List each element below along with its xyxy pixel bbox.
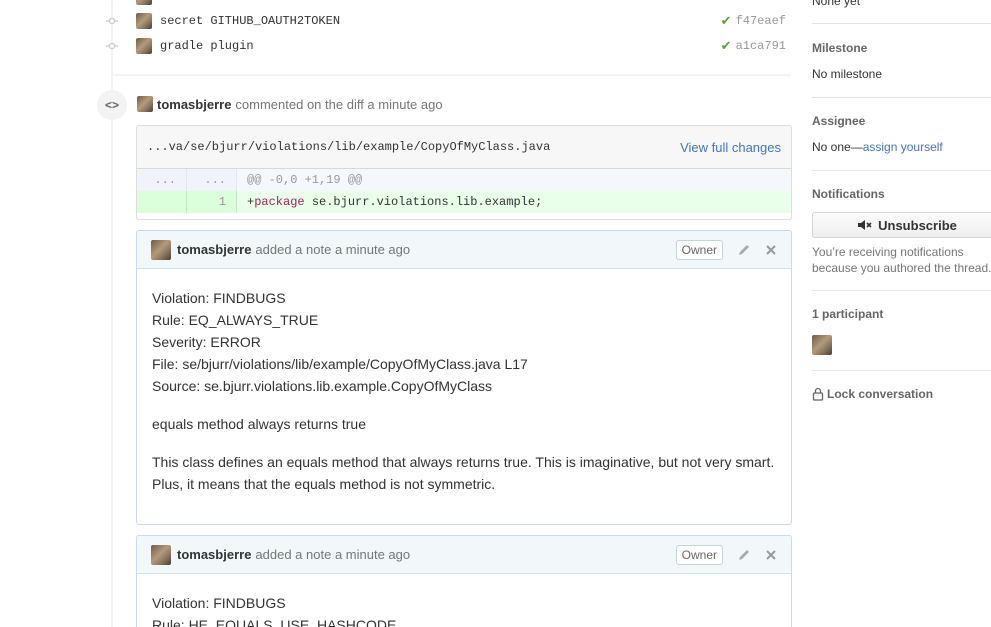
note-line: Severity: ERROR (152, 334, 261, 350)
pencil-icon[interactable] (737, 243, 751, 257)
diff-code-text: se.bjurr.violations.lib.example; (304, 195, 543, 209)
commit-sha[interactable]: a1ca791 (736, 39, 786, 53)
commit-row: secret GITHUB_OAUTH2TOKEN ✔ f47eaef (106, 10, 786, 32)
commit-message[interactable]: secret GITHUB_OAUTH2TOKEN (160, 14, 340, 28)
assignee-none: No one— (812, 140, 863, 154)
line-note: tomasbjerre added a note a minute ago Ow… (136, 535, 792, 627)
code-icon: <> (97, 90, 127, 120)
note-line: Rule: EQ_ALWAYS_TRUE (152, 312, 319, 328)
close-icon[interactable] (765, 549, 777, 561)
commit-row (106, 0, 786, 8)
diff-line-number-right[interactable]: 1 (187, 191, 237, 213)
lock-conversation-link[interactable]: Lock conversation (812, 387, 991, 401)
diff-box: ...va/se/bjurr/violations/lib/example/Co… (136, 125, 792, 220)
avatar[interactable] (151, 544, 171, 565)
note-body: Violation: FINDBUGS Rule: EQ_ALWAYS_TRUE… (137, 269, 791, 495)
avatar (136, 0, 152, 5)
diff-line-number-left[interactable]: ... (137, 169, 187, 191)
lock-icon (812, 387, 824, 401)
assign-yourself-link[interactable]: assign yourself (863, 140, 943, 154)
commit-message[interactable]: gradle plugin (160, 39, 254, 53)
note-header: tomasbjerre added a note a minute ago Ow… (137, 536, 791, 574)
diff-hunk-header: @@ -0,0 +1,19 @@ (247, 173, 363, 187)
note-line: Source: se.bjurr.violations.lib.example.… (152, 378, 493, 394)
git-commit-icon (106, 40, 118, 52)
check-icon[interactable]: ✔ (721, 38, 732, 54)
view-full-changes-link[interactable]: View full changes (680, 140, 781, 155)
note-header: tomasbjerre added a note a minute ago Ow… (137, 231, 791, 269)
git-commit-icon (106, 15, 118, 27)
comment-header: tomasbjerre commented on the diff a minu… (137, 96, 443, 112)
milestone-label[interactable]: Milestone (812, 41, 991, 55)
unsubscribe-label: Unsubscribe (878, 217, 957, 233)
timeline-divider (113, 74, 791, 76)
line-note: tomasbjerre added a note a minute ago Ow… (136, 230, 792, 525)
owner-badge: Owner (675, 544, 723, 565)
diff-title-bar: ...va/se/bjurr/violations/lib/example/Co… (137, 126, 791, 169)
notifications-label: Notifications (812, 187, 885, 201)
unsubscribe-button[interactable]: Unsubscribe (812, 212, 991, 238)
note-description: This class defines an equals method that… (152, 454, 775, 492)
comment-author[interactable]: tomasbjerre (157, 97, 231, 112)
check-icon[interactable]: ✔ (721, 13, 732, 29)
avatar[interactable] (151, 239, 171, 260)
note-details: Violation: FINDBUGS Rule: HE_EQUALS_USE_… (152, 592, 776, 627)
sidebar-divider (812, 23, 991, 24)
participants-label: 1 participant (812, 307, 884, 321)
comment-action: commented on the diff a minute ago (235, 96, 443, 112)
owner-badge: Owner (675, 239, 723, 260)
assignee-value: No one—assign yourself (812, 140, 991, 154)
commit-row: gradle plugin ✔ a1ca791 (106, 35, 786, 57)
notifications-reason: You’re receiving notifications because y… (812, 245, 991, 275)
note-author[interactable]: tomasbjerre (177, 242, 251, 257)
avatar[interactable] (136, 38, 152, 54)
avatar[interactable] (136, 13, 152, 29)
note-line: Rule: HE_EQUALS_USE_HASHCODE (152, 617, 397, 627)
note-body: Violation: FINDBUGS Rule: HE_EQUALS_USE_… (137, 574, 791, 627)
diff-file-path: ...va/se/bjurr/violations/lib/example/Co… (147, 140, 551, 154)
sidebar-divider (812, 290, 991, 291)
sidebar-divider (812, 370, 991, 371)
diff-keyword: package (254, 195, 305, 209)
note-details: Violation: FINDBUGS Rule: EQ_ALWAYS_TRUE… (152, 287, 776, 397)
lock-label: Lock conversation (827, 387, 934, 401)
diff-line-number-right[interactable]: ... (187, 169, 237, 191)
note-line: Violation: FINDBUGS (152, 595, 286, 611)
diff-code-line: +package se.bjurr.violations.lib.example… (237, 195, 542, 209)
mute-icon (858, 220, 872, 230)
note-author[interactable]: tomasbjerre (177, 547, 251, 562)
commit-sha[interactable]: f47eaef (736, 14, 786, 28)
note-summary: equals method always returns true (152, 416, 366, 432)
diff-hunk-row: ... ... @@ -0,0 +1,19 @@ (137, 169, 791, 191)
git-commit-icon (106, 0, 118, 3)
diff-line-number-left (137, 191, 187, 213)
labels-value: None yet (812, 0, 861, 8)
note-action: added a note a minute ago (255, 242, 411, 257)
close-icon[interactable] (765, 244, 777, 256)
assignee-label[interactable]: Assignee (812, 114, 991, 128)
avatar[interactable] (137, 96, 153, 112)
sidebar-divider (812, 97, 991, 98)
sidebar-divider (812, 170, 991, 171)
participant-avatar[interactable] (812, 335, 832, 355)
diff-added-row: 1 +package se.bjurr.violations.lib.examp… (137, 191, 791, 213)
note-action: added a note a minute ago (255, 547, 411, 562)
milestone-value: No milestone (812, 67, 883, 81)
note-line: File: se/bjurr/violations/lib/example/Co… (152, 356, 528, 372)
pencil-icon[interactable] (737, 548, 751, 562)
note-line: Violation: FINDBUGS (152, 290, 286, 306)
